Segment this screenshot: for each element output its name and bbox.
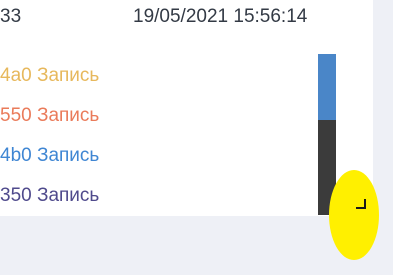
right-edge	[373, 0, 393, 216]
scrollbar-thumb[interactable]	[318, 54, 336, 120]
log-panel: 33 19/05/2021 15:56:14 4a0 Запись 550 За…	[0, 0, 373, 216]
record-item[interactable]: 4a0 Запись	[0, 64, 99, 104]
page: 33 19/05/2021 15:56:14 4a0 Запись 550 За…	[0, 0, 393, 275]
resize-handle-highlight[interactable]	[329, 170, 379, 260]
resize-corner-icon[interactable]	[355, 198, 367, 210]
record-list: 4a0 Запись 550 Запись 4b0 Запись 350 Зап…	[0, 64, 99, 224]
record-item[interactable]: 4b0 Запись	[0, 144, 99, 184]
record-id: 33	[0, 6, 22, 27]
record-item[interactable]: 550 Запись	[0, 104, 99, 144]
timestamp: 19/05/2021 15:56:14	[133, 6, 308, 27]
